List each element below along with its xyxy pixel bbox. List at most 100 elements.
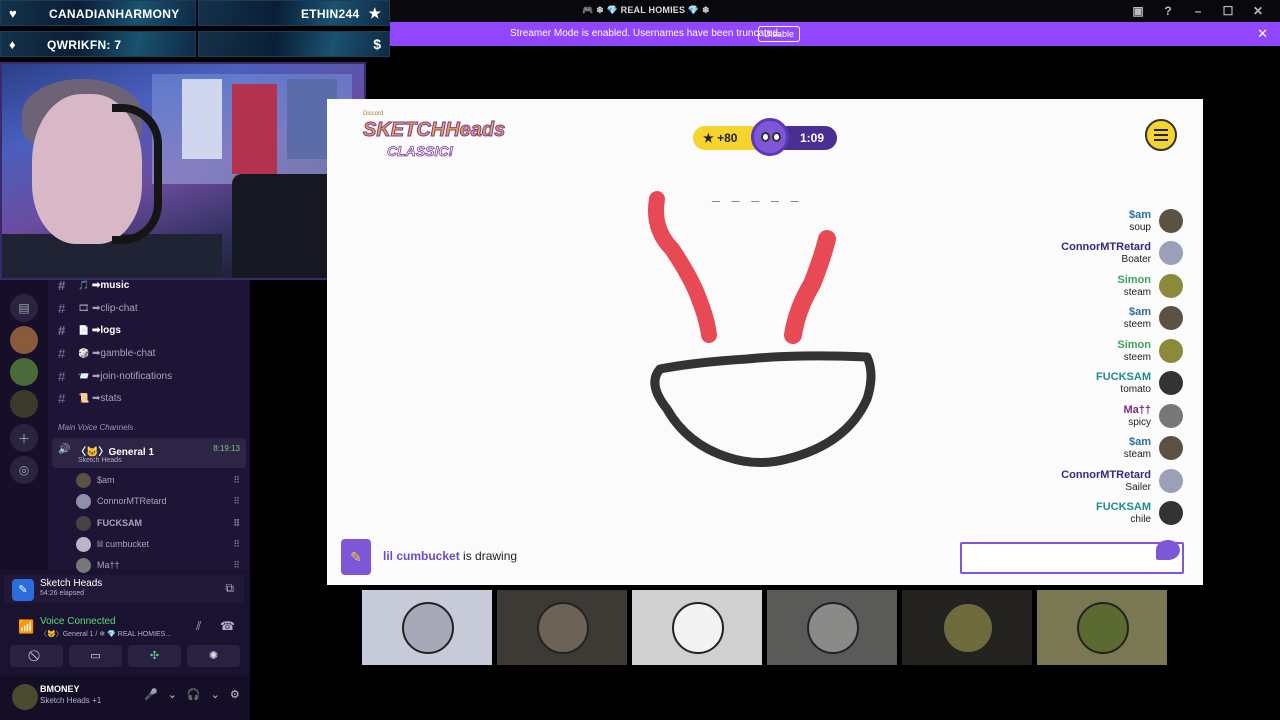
- channel-stats[interactable]: # 📜 ➡stats: [58, 389, 122, 407]
- maximize-button[interactable]: ☐: [1220, 3, 1236, 19]
- star-icon: ★: [368, 5, 381, 21]
- voice-user[interactable]: lil cumbucket ⠿: [76, 535, 240, 553]
- close-banner-icon[interactable]: ✕: [1257, 26, 1268, 42]
- bowl-stroke: [650, 351, 876, 467]
- server-icon[interactable]: [10, 326, 38, 354]
- voice-user[interactable]: $am ⠿: [76, 471, 240, 489]
- avatar: [76, 515, 91, 531]
- voice-user[interactable]: FUCKSAM ⠿: [76, 514, 240, 532]
- player-tile[interactable]: [767, 590, 897, 665]
- headset-icon: [112, 104, 162, 244]
- avatar: [1159, 404, 1183, 428]
- channel-clip-chat[interactable]: # 🎞 ➡clip-chat: [58, 299, 138, 317]
- voice-user[interactable]: Ma†† ⠿: [76, 556, 240, 574]
- channel-join-notifications[interactable]: # 📨 ➡join-notifications: [58, 367, 172, 385]
- server-icon[interactable]: [10, 390, 38, 418]
- drop-icon: ♦: [9, 37, 16, 52]
- chat-bubble-icon[interactable]: [1156, 540, 1180, 560]
- channel-logs[interactable]: # 📄 ➡logs: [58, 321, 121, 339]
- guess-item: Simon steem: [1027, 337, 1183, 367]
- guess-item: ConnorMTRetard Sailer: [1027, 467, 1183, 497]
- minimize-button[interactable]: –: [1190, 3, 1206, 19]
- screenshare-button[interactable]: ▭: [69, 645, 122, 667]
- hash-icon: #: [58, 277, 66, 293]
- hash-icon: #: [58, 322, 66, 338]
- avatar: [942, 602, 994, 654]
- alert-follower: ♥ CANADIANHARMONY: [0, 0, 196, 26]
- discord-sidebar: ▤ ＋ ◎ # 🎵 ➡music # 🎞 ➡clip-chat # 📄 ➡log…: [0, 278, 250, 720]
- player-tile[interactable]: [497, 590, 627, 665]
- avatar: [1159, 274, 1183, 298]
- alert-text: CANADIANHARMONY: [49, 7, 180, 21]
- steam-stroke-left: [648, 191, 717, 343]
- guess-input[interactable]: [962, 544, 1182, 572]
- guess-item: FUCKSAM chile: [1027, 499, 1183, 529]
- player-tile[interactable]: [632, 590, 762, 665]
- player-tile[interactable]: [902, 590, 1032, 665]
- activity-icon: ⠿: [233, 474, 240, 485]
- screen: 🎮 ❄ 💎 REAL HOMIES 💎 ❄ ▣ ? – ☐ ✕ Streamer…: [0, 0, 1280, 720]
- activity-icon: ⠿: [233, 559, 240, 570]
- microphone-icon[interactable]: 🎤: [144, 688, 158, 701]
- webcam-feed: [0, 62, 366, 280]
- guess-item: Ma†† spicy: [1027, 402, 1183, 432]
- voice-channel-general-1[interactable]: 🔊 〈🐱〉General 1 Sketch Heads 8:19:13: [52, 438, 246, 468]
- game-canvas[interactable]: Discord SKETCHHeads CLASSIC! ★ +80 1:09 …: [327, 99, 1203, 585]
- category-main-voice-channels[interactable]: Main Voice Channels: [58, 423, 133, 432]
- popout-icon[interactable]: ⧉: [225, 581, 234, 596]
- activity-button[interactable]: ✣: [128, 645, 181, 667]
- signal-icon[interactable]: 📶: [18, 619, 34, 635]
- guess-item: FUCKSAM tomato: [1027, 369, 1183, 399]
- avatar: [537, 602, 589, 654]
- window-title: 🎮 ❄ 💎 REAL HOMIES 💎 ❄: [582, 5, 710, 15]
- avatar: [1077, 602, 1129, 654]
- hash-icon: #: [58, 300, 66, 316]
- player-tiles: [362, 590, 1170, 666]
- server-icon[interactable]: [10, 358, 38, 386]
- game-icon: ✎: [12, 579, 34, 601]
- heart-icon: ♥: [9, 6, 17, 21]
- gear-icon[interactable]: ⚙: [230, 688, 240, 701]
- alert-subscriber: ETHIN244 ★: [198, 0, 390, 26]
- help-icon[interactable]: ?: [1160, 3, 1176, 19]
- guess-item: $am steem: [1027, 304, 1183, 334]
- channel-music[interactable]: # 🎵 ➡music: [58, 276, 129, 294]
- alert-bits: ♦ QWRIKFN: 7: [0, 31, 196, 57]
- camera-off-button[interactable]: ⃠: [10, 645, 63, 667]
- explore-icon[interactable]: ◎: [10, 456, 38, 484]
- guess-item: ConnorMTRetard Boater: [1027, 239, 1183, 269]
- activity-icon: ⠿: [233, 538, 240, 549]
- hash-icon: #: [58, 368, 66, 384]
- steam-stroke-right: [784, 230, 836, 344]
- alert-text: QWRIKFN: 7: [47, 38, 122, 52]
- avatar: [1159, 241, 1183, 265]
- add-server-icon[interactable]: ＋: [10, 424, 38, 452]
- soundboard-button[interactable]: ✺: [187, 645, 240, 667]
- streamer-mode-banner: Streamer Mode is enabled. Usernames have…: [390, 22, 1280, 46]
- player-tile[interactable]: [362, 590, 492, 665]
- avatar: [402, 602, 454, 654]
- speaker-icon: 🔊: [58, 444, 71, 455]
- disable-streamer-mode-button[interactable]: Disable: [758, 26, 801, 42]
- chevron-down-icon[interactable]: ⌄: [168, 688, 177, 701]
- disconnect-icon[interactable]: ☎: [220, 619, 235, 633]
- inbox-icon[interactable]: ▣: [1130, 3, 1146, 19]
- hash-icon: #: [58, 345, 66, 361]
- close-window-button[interactable]: ✕: [1250, 3, 1266, 19]
- avatar: [1159, 209, 1183, 233]
- avatar: [76, 536, 91, 552]
- chevron-down-icon[interactable]: ⌄: [211, 688, 220, 701]
- activity-icon: ⠿: [233, 495, 240, 506]
- user-panel: BMONEY Sketch Heads +1 🎤 ⌄ 🎧 ⌄ ⚙: [0, 676, 250, 720]
- folder-icon[interactable]: ▤: [10, 294, 38, 322]
- avatar: [1159, 469, 1183, 493]
- voice-user[interactable]: ConnorMTRetard ⠿: [76, 492, 240, 510]
- avatar: [1159, 371, 1183, 395]
- avatar[interactable]: [12, 684, 38, 710]
- headphones-icon[interactable]: 🎧: [187, 688, 201, 701]
- noise-suppression-icon[interactable]: ⫽: [196, 619, 201, 634]
- guess-input-box[interactable]: [960, 540, 1184, 574]
- channel-gamble-chat[interactable]: # 🎲 ➡gamble-chat: [58, 344, 155, 362]
- activity-panel[interactable]: ✎ Sketch Heads 54:26 elapsed ⧉: [4, 575, 244, 603]
- player-tile[interactable]: [1037, 590, 1167, 665]
